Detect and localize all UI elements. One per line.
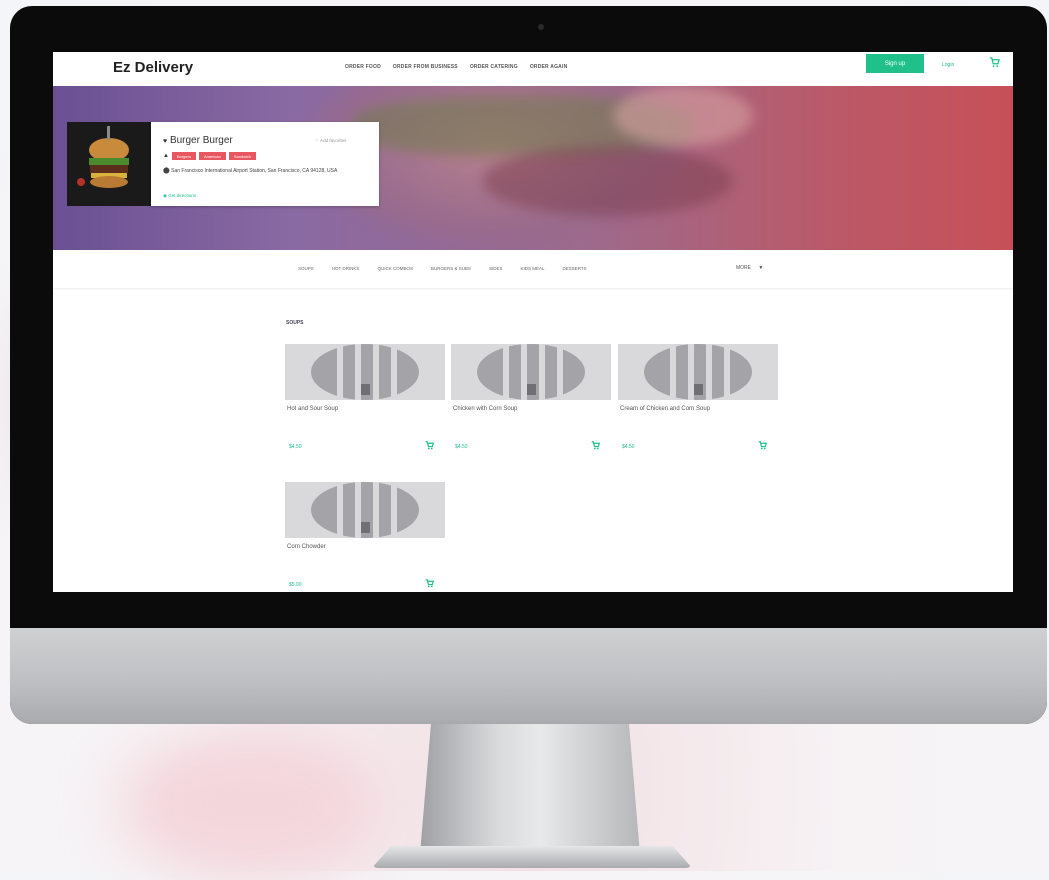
cart-icon[interactable] [989,57,1000,71]
nav-order-catering[interactable]: ORDER CATERING [470,64,518,70]
add-to-cart-icon[interactable] [425,579,435,590]
menu-item-price: $4.50 [289,444,302,450]
heart-icon: ♡ [315,138,320,143]
heart-icon: ♥ [163,138,168,145]
add-favorites-label: Add favorites [320,138,347,143]
menu-item-card[interactable]: Cream of Chicken and Corn Soup $4.50 [618,344,778,454]
menu-item-card[interactable]: Hot and Sour Soup $4.50 [285,344,445,454]
tab-quick-combos[interactable]: QUICK COMBOS [377,266,413,271]
image-placeholder-icon [618,344,778,400]
menu-item-name: Corn Chowder [287,544,326,550]
add-to-cart-icon[interactable] [425,441,435,452]
tab-soups[interactable]: SOUPS [298,266,314,271]
tab-sides[interactable]: SIDES [489,266,503,271]
image-placeholder-icon [285,344,445,400]
tab-burgers-subs[interactable]: BURGERS & SUBS [431,266,471,271]
nav-order-from-business[interactable]: ORDER FROM BUSINESS [393,64,458,70]
signup-button[interactable]: Sign up [866,54,924,73]
add-to-cart-icon[interactable] [758,441,768,452]
cuisine-tags: ▲ Burgers American Sandwich [163,152,257,160]
nav-order-again[interactable]: ORDER AGAIN [530,64,568,70]
menu-item-card[interactable]: Corn Chowder $5.00 [285,482,445,592]
login-link[interactable]: Login [942,62,954,68]
monitor-stand-base [372,846,692,868]
monitor-chin [10,628,1047,724]
monitor-stand [420,724,640,854]
add-to-cart-icon[interactable] [591,441,601,452]
tab-kids-meal[interactable]: KIDS MEAL [520,266,544,271]
logo[interactable]: Ez Delivery [113,59,193,76]
directions-icon: ◉ [163,193,167,198]
tag-american: American [198,152,226,160]
menu-item-card[interactable]: Chicken with Corn Soup $4.50 [451,344,611,454]
main-nav: ORDER FOOD ORDER FROM BUSINESS ORDER CAT… [345,64,567,70]
tab-desserts[interactable]: DESSERTS [563,266,587,271]
menu-item-name: Cream of Chicken and Corn Soup [620,406,711,412]
top-navigation-bar: Ez Delivery ORDER FOOD ORDER FROM BUSINE… [53,52,1013,86]
image-placeholder-icon [285,482,445,538]
tag-burgers: Burgers [171,152,196,160]
image-placeholder-icon [451,344,611,400]
chevron-down-icon: ▼ [758,265,764,271]
menu-item-price: $4.50 [622,444,635,450]
restaurant-photo [67,122,151,206]
restaurant-info-card: ♥ Burger Burger ♡ Add favorites ▲ Burger… [151,122,379,206]
camera [538,24,544,30]
add-favorites-link[interactable]: ♡ Add favorites [315,138,346,144]
menu-item-price: $4.50 [455,444,468,450]
menu-section-title: SOUPS [286,320,304,326]
get-directions-link[interactable]: ◉ Get directions [163,193,196,199]
tab-hot-drinks[interactable]: HOT DRINKS [332,266,360,271]
menu-item-name: Chicken with Corn Soup [453,406,518,412]
category-bar: SOUPS HOT DRINKS QUICK COMBOS BURGERS & … [53,250,1013,288]
more-label: MORE [736,265,751,271]
category-tabs: SOUPS HOT DRINKS QUICK COMBOS BURGERS & … [298,266,587,271]
menu-item-name: Hot and Sour Soup [287,406,339,412]
directions-label: Get directions [168,193,196,198]
category-icon: ▲ [163,153,169,159]
restaurant-name: ♥ Burger Burger [163,135,233,146]
restaurant-address: ⬤ San Francisco International Airport St… [163,168,363,175]
screen: Ez Delivery ORDER FOOD ORDER FROM BUSINE… [53,52,1013,592]
tag-sandwich: Sandwich [228,152,257,160]
background-blur [120,730,380,880]
nav-order-food[interactable]: ORDER FOOD [345,64,381,70]
address-text: San Francisco International Airport Stat… [171,168,338,174]
restaurant-name-text: Burger Burger [169,135,233,146]
menu-item-price: $5.00 [289,582,302,588]
more-dropdown[interactable]: MORE ▼ [736,265,763,271]
location-pin-icon: ⬤ [163,168,170,174]
